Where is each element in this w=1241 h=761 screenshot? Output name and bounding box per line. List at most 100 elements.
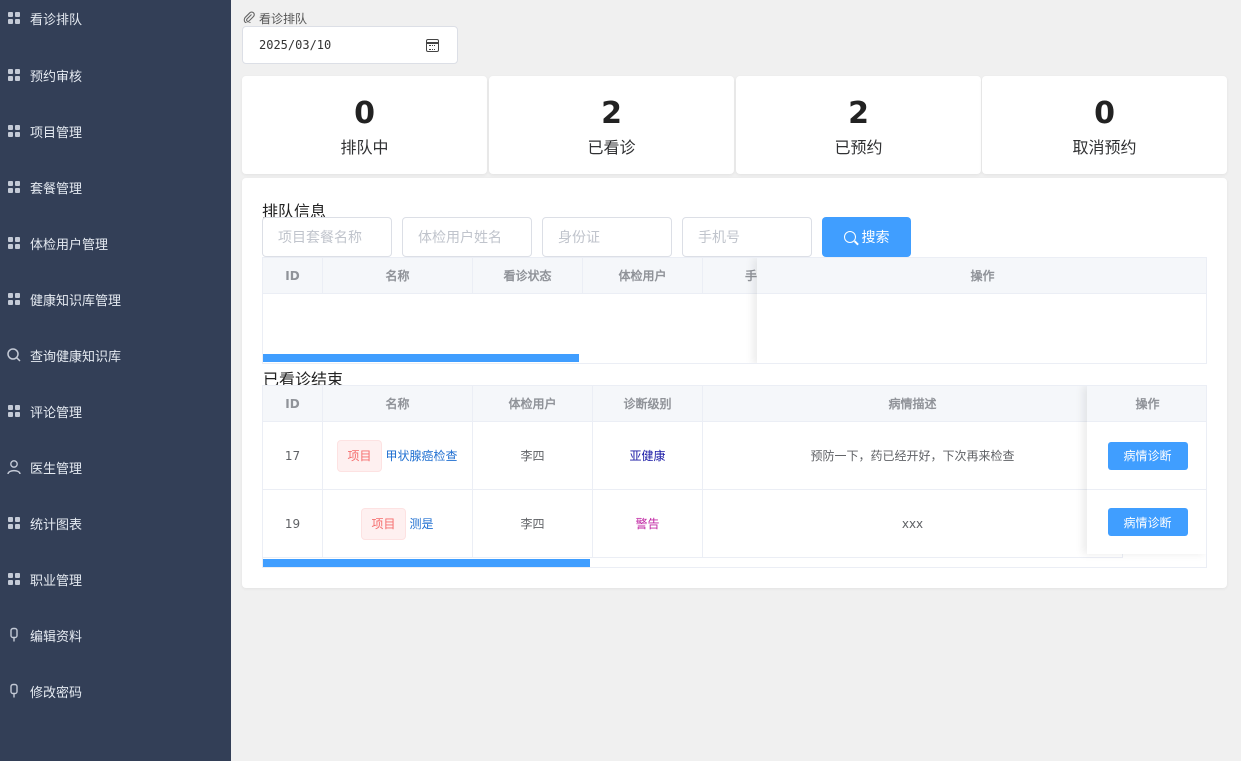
sidebar-item-occupation[interactable]: 职业管理 — [0, 551, 231, 607]
phone-placeholder: 手机号 — [698, 230, 740, 246]
stat-label: 已看诊 — [587, 138, 636, 157]
sidebar-item-packages[interactable]: 套餐管理 — [0, 159, 231, 215]
search-icon — [843, 231, 856, 243]
mic-icon — [6, 683, 22, 699]
stat-value: 2 — [601, 96, 622, 131]
sidebar-item-knowledge-search[interactable]: 查询健康知识库 — [0, 327, 231, 383]
sidebar: 看诊排队 预约审核 项目管理 套餐管理 体检用户管理 健康知识库管理 查询健康知… — [0, 0, 231, 761]
stat-card-visited: 2 已看诊 — [489, 76, 734, 174]
sidebar-item-projects[interactable]: 项目管理 — [0, 103, 231, 159]
column-header-user: 体检用户 — [473, 386, 593, 422]
phone-input[interactable]: 手机号 — [682, 217, 812, 257]
table-cell-action: 病情诊断 — [1087, 490, 1206, 554]
paperclip-icon — [243, 11, 255, 26]
date-picker[interactable]: 2025/03/10 — [242, 26, 458, 64]
grid-icon — [6, 179, 22, 195]
sidebar-item-label: 项目管理 — [30, 125, 83, 141]
sidebar-item-change-password[interactable]: 修改密码 — [0, 663, 231, 719]
sidebar-item-comments[interactable]: 评论管理 — [0, 383, 231, 439]
calendar-icon[interactable] — [426, 39, 439, 52]
table-cell-action: 病情诊断 — [1087, 422, 1206, 490]
user-name-input[interactable]: 体检用户姓名 — [402, 217, 532, 257]
grid-icon — [6, 571, 22, 587]
stat-card-cancelled: 0 取消预约 — [982, 76, 1227, 174]
grid-icon — [6, 123, 22, 139]
table-cell-description: xxx — [703, 490, 1123, 558]
stat-label: 已预约 — [834, 138, 883, 157]
fixed-action-column: 操作 — [757, 258, 1206, 363]
table-cell-level: 警告 — [593, 490, 703, 558]
package-name-placeholder: 项目套餐名称 — [278, 230, 362, 246]
breadcrumb-label: 看诊排队 — [259, 12, 308, 26]
grid-icon — [6, 10, 22, 26]
project-tag: 项目 — [361, 507, 406, 540]
diagnosis-button[interactable]: 病情诊断 — [1107, 441, 1188, 470]
table-cell-name: 项目 甲状腺癌检查 — [323, 422, 473, 490]
column-header-id: ID — [263, 386, 323, 422]
queue-table: ID 名称 看诊状态 体检用户 手 操作 — [262, 257, 1207, 364]
project-name-link[interactable]: 甲状腺癌检查 — [386, 447, 458, 464]
stat-value: 2 — [848, 96, 869, 131]
column-header-action: 操作 — [757, 258, 1206, 294]
user-icon — [6, 459, 22, 475]
stat-label: 排队中 — [340, 138, 389, 157]
finished-table: ID 名称 体检用户 诊断级别 病情描述 17 项目 甲状腺癌检查 李四 亚健康… — [262, 385, 1207, 568]
sidebar-item-label: 编辑资料 — [30, 629, 83, 645]
sidebar-item-queue[interactable]: 看诊排队 — [0, 0, 231, 46]
sidebar-item-knowledge-admin[interactable]: 健康知识库管理 — [0, 271, 231, 327]
date-value: 2025/03/10 — [259, 38, 332, 52]
table-cell-description: 预防一下，药已经开好，下次再来检查 — [703, 422, 1123, 490]
grid-icon — [6, 515, 22, 531]
column-header-phone: 手 — [703, 258, 763, 294]
sidebar-item-label: 统计图表 — [30, 517, 83, 533]
table-cell-user: 李四 — [473, 422, 593, 490]
sidebar-item-edit-profile[interactable]: 编辑资料 — [0, 607, 231, 663]
idcard-input[interactable]: 身份证 — [542, 217, 672, 257]
sidebar-item-label: 职业管理 — [30, 573, 83, 589]
column-header-level: 诊断级别 — [593, 386, 703, 422]
mic-icon — [6, 627, 22, 643]
stat-label: 取消预约 — [1072, 138, 1137, 157]
horizontal-scrollbar[interactable] — [263, 559, 590, 567]
table-cell-id: 19 — [263, 490, 323, 558]
sidebar-item-label: 修改密码 — [30, 685, 83, 701]
sidebar-item-label: 评论管理 — [30, 405, 83, 421]
fixed-action-column: 操作 病情诊断 病情诊断 — [1087, 386, 1206, 554]
stat-value: 0 — [354, 96, 375, 131]
sidebar-item-label: 查询健康知识库 — [30, 349, 122, 365]
table-cell-name: 项目 测是 — [323, 490, 473, 558]
package-name-input[interactable]: 项目套餐名称 — [262, 217, 392, 257]
sidebar-item-doctors[interactable]: 医生管理 — [0, 439, 231, 495]
search-button-label: 搜索 — [861, 230, 890, 246]
sidebar-item-appointment-review[interactable]: 预约审核 — [0, 47, 231, 103]
user-name-placeholder: 体检用户姓名 — [418, 230, 502, 246]
column-header-status: 看诊状态 — [473, 258, 583, 294]
sidebar-item-label: 医生管理 — [30, 461, 83, 477]
table-cell-user: 李四 — [473, 490, 593, 558]
sidebar-item-label: 看诊排队 — [30, 12, 83, 28]
sidebar-item-label: 预约审核 — [30, 69, 83, 85]
stat-value: 0 — [1094, 96, 1115, 131]
project-tag: 项目 — [337, 439, 382, 472]
column-header-name: 名称 — [323, 386, 473, 422]
search-button[interactable]: 搜索 — [822, 217, 911, 257]
column-header-action: 操作 — [1087, 386, 1206, 422]
grid-icon — [6, 403, 22, 419]
column-header-id: ID — [263, 258, 323, 294]
breadcrumb: 看诊排队 — [243, 10, 307, 27]
column-header-user: 体检用户 — [583, 258, 703, 294]
search-icon — [6, 347, 22, 363]
idcard-placeholder: 身份证 — [558, 230, 600, 246]
horizontal-scrollbar[interactable] — [263, 354, 579, 362]
grid-icon — [6, 67, 22, 83]
sidebar-item-label: 套餐管理 — [30, 181, 83, 197]
table-cell-level: 亚健康 — [593, 422, 703, 490]
column-header-name: 名称 — [323, 258, 473, 294]
diagnosis-button[interactable]: 病情诊断 — [1107, 508, 1188, 536]
grid-icon — [6, 235, 22, 251]
project-name-link[interactable]: 测是 — [410, 515, 434, 532]
sidebar-item-users[interactable]: 体检用户管理 — [0, 215, 231, 271]
sidebar-item-charts[interactable]: 统计图表 — [0, 495, 231, 551]
table-cell-id: 17 — [263, 422, 323, 490]
sidebar-item-label: 体检用户管理 — [30, 237, 109, 253]
